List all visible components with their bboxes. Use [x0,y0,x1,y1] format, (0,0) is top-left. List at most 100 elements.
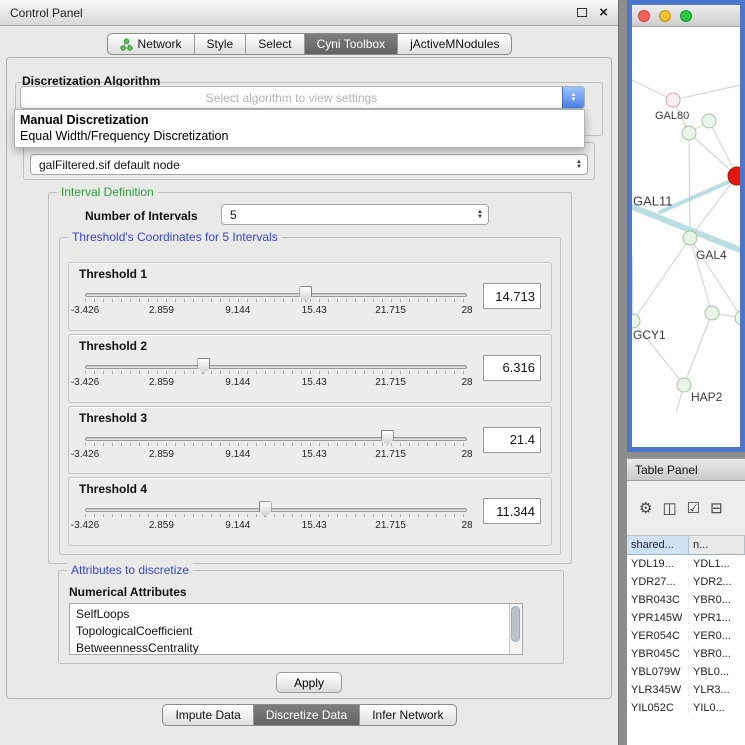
table-row[interactable]: YBR043CYBR0... [627,591,745,609]
table-cell[interactable]: YIL052C [627,702,689,714]
control-panel-titlebar[interactable]: Control Panel × [0,0,618,26]
table-cell[interactable]: YDR2... [689,576,745,588]
list-item-topologicalcoefficient[interactable]: TopologicalCoefficient [76,623,522,640]
network-node[interactable] [705,306,719,320]
tab-label: Network [138,37,182,51]
network-graph[interactable]: GAL80GAL11GAL4GCY1HAP2 [632,27,740,412]
slider-track[interactable] [85,437,467,441]
network-edge[interactable] [673,84,740,100]
threshold-4-value-field[interactable]: 11.344 [483,498,541,524]
network-node[interactable] [677,378,691,392]
threshold-2-slider[interactable] [85,357,467,375]
network-canvas[interactable]: GAL80GAL11GAL4GCY1HAP2 [632,27,740,412]
table-cell[interactable]: YLR345W [627,684,689,696]
apply-button[interactable]: Apply [276,672,342,693]
network-edge[interactable] [632,256,633,321]
threshold-1-value-field[interactable]: 14.713 [483,283,541,309]
table-cell[interactable]: YER054C [627,630,689,642]
tab-select[interactable]: Select [245,34,303,54]
scale-label: -3.426 [71,449,99,460]
number-of-intervals-combobox[interactable]: 5 ▲ ▼ [221,204,489,225]
dropdown-item-equal-width-frequency-discretization[interactable]: Equal Width/Frequency Discretization [15,128,584,144]
table-cell[interactable]: YDL19... [627,558,689,570]
table-row[interactable]: YDL19...YDL1... [627,555,745,573]
column-header-name[interactable]: n... [689,536,745,555]
slider-track[interactable] [85,293,467,297]
network-window-titlebar[interactable] [632,5,740,27]
table-row[interactable]: YPR145WYPR1... [627,609,745,627]
tab-cyni-toolbox[interactable]: Cyni Toolbox [304,34,397,54]
network-view-window[interactable]: GAL80GAL11GAL4GCY1HAP2 [627,0,745,452]
tab-network[interactable]: Network [108,34,194,54]
table-row[interactable]: YBR045CYBR0... [627,645,745,663]
network-edge[interactable] [690,176,737,238]
combo-stepper-icon[interactable]: ▲ ▼ [562,87,584,108]
threshold-3-value-field[interactable]: 21.4 [483,427,541,453]
network-node[interactable] [632,314,640,328]
table-cell[interactable]: YBR045C [627,648,689,660]
network-node[interactable] [666,93,680,107]
clear-selection-icon[interactable]: ⊟ [710,499,723,517]
tab-discretize-data[interactable]: Discretize Data [253,705,359,725]
threshold-1-slider[interactable] [85,285,467,303]
network-node[interactable] [735,311,740,325]
table-cell[interactable]: YBR043C [627,594,689,606]
slider-track[interactable] [85,365,467,369]
network-node[interactable] [683,231,697,245]
table-row[interactable]: YLR345WYLR3... [627,681,745,699]
tab-style[interactable]: Style [194,34,246,54]
table-cell[interactable]: YBL0... [689,666,745,678]
threshold-3-slider[interactable] [85,429,467,447]
table-cell[interactable]: YLR3... [689,684,745,696]
threshold-4-slider[interactable] [85,500,467,518]
list-item-selfloops[interactable]: SelfLoops [76,606,522,623]
node-table: shared... n... YDL19...YDL1...YDR27...YD… [627,536,745,745]
combo-stepper-icon[interactable]: ▲ ▼ [571,160,587,170]
tab-impute-data[interactable]: Impute Data [163,705,252,725]
slider-ticks [85,443,467,446]
threshold-2-value-field[interactable]: 6.316 [483,355,541,381]
network-edge[interactable] [689,133,690,238]
table-cell[interactable]: YBR0... [689,648,745,660]
column-header-shared-name[interactable]: shared... [627,536,689,555]
gear-icon[interactable]: ⚙ [639,499,652,517]
table-cell[interactable]: YPR1... [689,612,745,624]
table-cell[interactable]: YER0... [689,630,745,642]
table-cell[interactable]: YPR145W [627,612,689,624]
table-cell[interactable]: YDR27... [627,576,689,588]
select-all-icon[interactable]: ☑ [687,499,700,517]
network-edge[interactable] [633,238,690,321]
network-edge[interactable] [684,313,712,385]
network-edge[interactable] [632,206,740,252]
minimize-button[interactable] [659,10,671,22]
numerical-attributes-list[interactable]: SelfLoopsTopologicalCoefficientBetweenne… [69,603,523,655]
close-window-icon[interactable]: × [599,7,608,19]
algorithm-combobox[interactable]: Select algorithm to view settings ▲ ▼ [20,86,585,109]
table-row[interactable]: YBL079WYBL0... [627,663,745,681]
columns-icon[interactable]: ◫ [662,499,676,517]
tab-jactivemnodules[interactable]: jActiveMNodules [397,34,511,54]
network-node[interactable] [702,114,716,128]
zoom-button[interactable] [680,10,692,22]
table-cell[interactable]: YBR0... [689,594,745,606]
list-scrollbar[interactable] [509,604,522,654]
list-item-betweennesscentrality[interactable]: BetweennessCentrality [76,640,522,655]
tab-infer-network[interactable]: Infer Network [359,705,455,725]
scrollbar-thumb[interactable] [511,606,520,642]
float-window-icon[interactable] [577,8,587,17]
table-cell[interactable]: YIL0... [689,702,745,714]
table-row[interactable]: YIL052CYIL0... [627,699,745,717]
slider-track[interactable] [85,508,467,512]
network-edge[interactable] [689,133,737,176]
tab-label: Infer Network [372,708,443,722]
table-cell[interactable]: YDL1... [689,558,745,570]
network-node[interactable] [682,126,696,140]
close-button[interactable] [638,10,650,22]
arrow-down-icon: ▼ [477,215,483,220]
table-row[interactable]: YER054CYER0... [627,627,745,645]
combo-stepper-icon[interactable]: ▲ ▼ [472,210,488,220]
table-row[interactable]: YDR27...YDR2... [627,573,745,591]
dropdown-item-manual-discretization[interactable]: Manual Discretization [15,112,584,128]
table-cell[interactable]: YBL079W [627,666,689,678]
table-data-combobox[interactable]: galFiltered.sif default node ▲ ▼ [30,154,588,175]
